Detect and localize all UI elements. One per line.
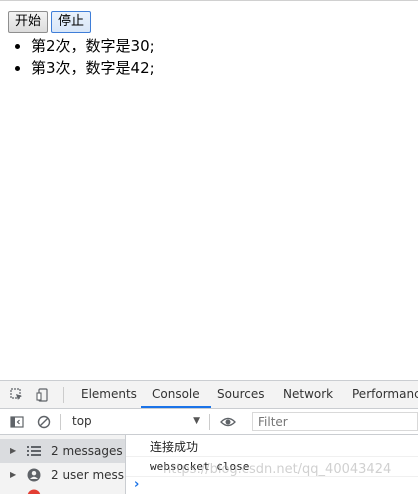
- sidebar-toggle-icon[interactable]: [9, 414, 25, 430]
- tab-elements[interactable]: Elements: [81, 381, 137, 408]
- toolbar-divider: [60, 414, 61, 430]
- button-row: 开始 停止: [8, 11, 92, 33]
- inspect-element-icon[interactable]: [9, 387, 25, 403]
- expand-arrow-icon: ▶: [10, 470, 17, 479]
- sidebar-item-messages[interactable]: ▶ 2 messages: [0, 439, 125, 463]
- message-list: 第2次，数字是30; 第3次，数字是42;: [0, 35, 155, 79]
- console-sidebar: ▶ 2 messages ▶ 2 user mess: [0, 435, 126, 494]
- caret-down-icon: ▼: [193, 416, 200, 426]
- list-icon: [27, 444, 41, 458]
- top-divider: [0, 0, 418, 1]
- eye-icon[interactable]: [220, 414, 236, 430]
- page-content: 开始 停止 第2次，数字是30; 第3次，数字是42;: [0, 0, 418, 380]
- tab-performance[interactable]: Performance: [352, 381, 418, 408]
- toolbar-divider: [63, 387, 64, 403]
- page-root: 开始 停止 第2次，数字是30; 第3次，数字是42; Elemen: [0, 0, 418, 494]
- sidebar-item-user-messages[interactable]: ▶ 2 user mess...: [0, 463, 125, 487]
- context-select[interactable]: top ▼: [66, 413, 204, 430]
- tab-sources[interactable]: Sources: [217, 381, 264, 408]
- console-output: 连接成功 websocket close ›: [126, 435, 418, 494]
- sidebar-item-label: 2 user mess...: [51, 468, 125, 482]
- start-button[interactable]: 开始: [8, 11, 49, 33]
- filter-input[interactable]: [252, 412, 418, 431]
- devtools-panel: Elements Console Sources Network Perform…: [0, 380, 418, 494]
- user-icon: [27, 468, 41, 482]
- toolbar-divider: [209, 414, 210, 430]
- console-log-line: 连接成功: [126, 437, 418, 457]
- clear-console-icon[interactable]: [36, 414, 52, 430]
- list-item: 第3次，数字是42;: [31, 57, 155, 79]
- console-toolbar: top ▼: [0, 409, 418, 435]
- list-item: 第2次，数字是30;: [31, 35, 155, 57]
- sidebar-item-label: 2 messages: [51, 444, 123, 458]
- error-icon: [27, 489, 41, 494]
- console-prompt-icon[interactable]: ›: [134, 477, 139, 492]
- tab-network[interactable]: Network: [283, 381, 333, 408]
- tab-console[interactable]: Console: [141, 381, 211, 408]
- devtools-tab-bar: Elements Console Sources Network Perform…: [0, 381, 418, 409]
- device-toolbar-icon[interactable]: [35, 387, 51, 403]
- stop-button[interactable]: 停止: [51, 11, 92, 33]
- expand-arrow-icon: ▶: [10, 446, 17, 455]
- console-log-line: websocket close: [126, 457, 418, 477]
- context-select-value: top: [72, 414, 92, 428]
